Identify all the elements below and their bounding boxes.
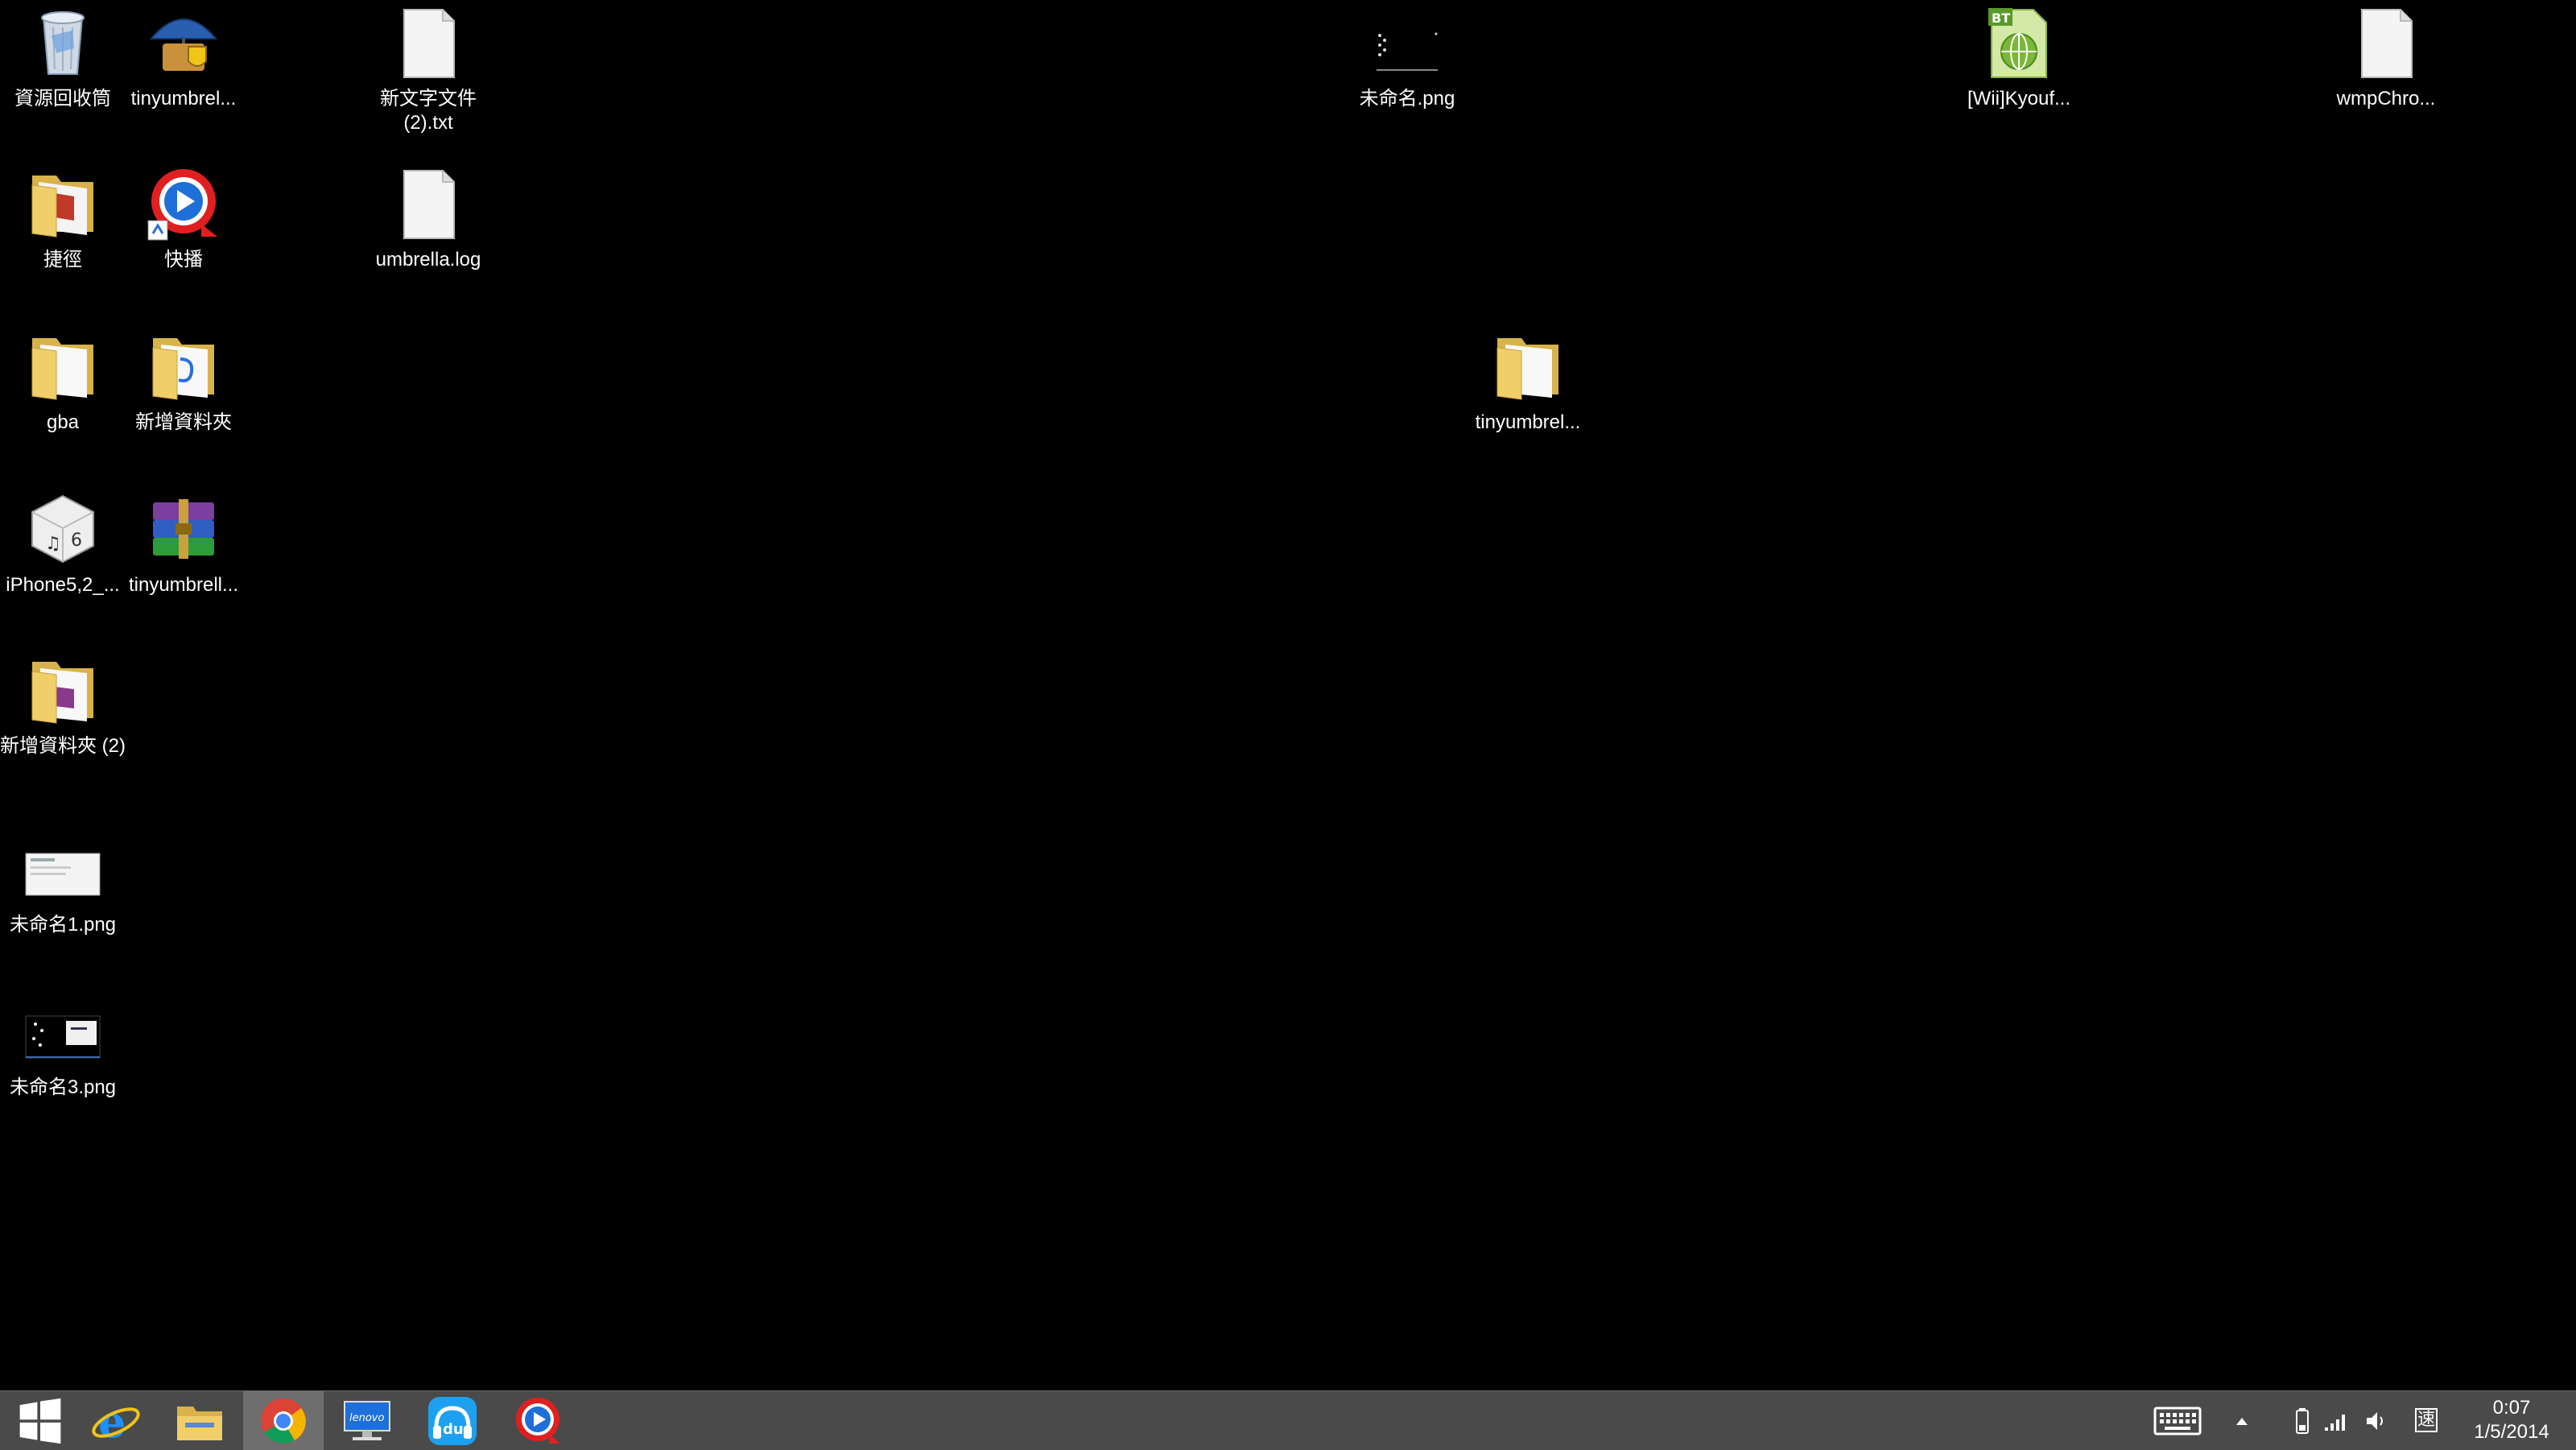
ime-label: 速 xyxy=(2417,1409,2436,1430)
desktop-icon-label: 未命名.png xyxy=(1359,88,1455,109)
desktop-icon-torrent[interactable]: BT [Wii]Kyouf... xyxy=(1956,3,2082,111)
desktop-icon-label: [Wii]Kyouf... xyxy=(1967,88,2071,109)
text-file-icon xyxy=(390,3,467,81)
ipsw-firmware-icon: ♫ 6 xyxy=(24,490,101,567)
network-tray-button[interactable] xyxy=(2318,1391,2354,1450)
image-thumbnail-icon xyxy=(1368,3,1446,81)
winrar-archive-icon xyxy=(145,490,222,567)
desktop-icon-label: 新增資料夾 xyxy=(135,411,232,433)
volume-icon xyxy=(2367,1411,2383,1430)
chevron-up-icon xyxy=(2236,1417,2248,1425)
desktop-icon-label: umbrella.log xyxy=(375,249,481,271)
qvod-player-icon xyxy=(145,164,222,242)
folder-icon xyxy=(24,327,101,404)
desktop-icon-folder[interactable]: 新增資料夾 (2) xyxy=(0,651,126,758)
start-icon xyxy=(19,1398,61,1444)
recycle-bin-icon xyxy=(24,3,101,81)
battery-tray-button[interactable] xyxy=(2286,1391,2318,1450)
chrome-icon xyxy=(261,1398,306,1444)
desktop-icon-label: 未命名3.png xyxy=(9,1076,117,1098)
show-hidden-icons-button[interactable] xyxy=(2226,1391,2258,1450)
input-method-button[interactable]: 速 xyxy=(2407,1391,2447,1450)
desktop-icon-label: 新文字文件 (2).txt xyxy=(380,88,477,134)
start-button[interactable] xyxy=(0,1391,80,1450)
desktop-icon-label: 新增資料夾 (2) xyxy=(0,735,126,757)
desktop-icon-label: tinyumbrell... xyxy=(128,574,239,596)
taskbar: e lenovo du 速 0:07 1/5/2014 xyxy=(0,1390,2576,1450)
taskbar-internet-explorer[interactable]: e xyxy=(76,1391,156,1450)
folder-icon xyxy=(24,651,101,728)
clock-date: 1/5/2014 xyxy=(2474,1421,2549,1443)
desktop-icon-recycle-bin[interactable]: 資源回收筒 xyxy=(0,3,126,111)
taskbar-baidu-music[interactable]: du xyxy=(412,1391,493,1450)
desktop-icon-folder[interactable]: gba xyxy=(0,327,126,435)
taskbar-file-explorer[interactable] xyxy=(159,1391,240,1450)
desktop-icon-label: 資源回收筒 xyxy=(14,88,111,109)
clock[interactable]: 0:07 1/5/2014 xyxy=(2463,1396,2560,1444)
desktop-icon-label: 快播 xyxy=(164,249,203,271)
desktop-icon-ipsw[interactable]: ♫ 6 iPhone5,2_... xyxy=(0,490,126,597)
blank-file-icon xyxy=(2347,3,2425,81)
tinyumbrella-app-icon xyxy=(145,3,222,81)
taskbar-lenovo[interactable]: lenovo xyxy=(327,1391,407,1450)
keyboard-icon xyxy=(2153,1407,2202,1435)
svg-text:lenovo: lenovo xyxy=(349,1412,384,1424)
svg-text:6: 6 xyxy=(71,531,82,551)
bittorrent-file-icon: BT xyxy=(1980,3,2058,81)
taskbar-qvod[interactable] xyxy=(497,1391,578,1450)
desktop-icon-folder[interactable]: 新增資料夾 xyxy=(121,327,246,435)
image-thumbnail-icon xyxy=(24,829,101,907)
log-file-icon xyxy=(390,164,467,242)
lenovo-icon: lenovo xyxy=(344,1400,390,1440)
desktop-icon-png[interactable]: 未命名.png xyxy=(1344,3,1470,111)
desktop-icon-folder[interactable]: 捷徑 xyxy=(0,164,126,272)
signal-icon xyxy=(2325,1414,2345,1431)
battery-icon xyxy=(2296,1407,2309,1434)
volume-tray-button[interactable] xyxy=(2359,1391,2394,1450)
desktop-icon-log[interactable]: umbrella.log xyxy=(365,164,491,272)
desktop-icon-label: tinyumbrel... xyxy=(1475,411,1581,433)
desktop-icon-winrar[interactable]: tinyumbrell... xyxy=(121,490,246,597)
desktop-icon-png[interactable]: 未命名1.png xyxy=(0,829,126,937)
taskbar-chrome[interactable] xyxy=(243,1391,324,1450)
internet-explorer-icon: e xyxy=(92,1396,140,1447)
desktop-icon-qvod[interactable]: 快播 xyxy=(121,164,246,272)
desktop-icon-label: iPhone5,2_... xyxy=(6,574,120,596)
desktop-icon-png[interactable]: 未命名3.png xyxy=(0,992,126,1100)
folder-icon xyxy=(145,327,222,404)
desktop-icon-tinyumbrella-app[interactable]: tinyumbrel... xyxy=(121,3,246,111)
desktop-icon-label: gba xyxy=(46,411,80,433)
folder-icon xyxy=(24,164,101,242)
desktop-icon-txt[interactable]: 新文字文件 (2).txt xyxy=(365,3,491,135)
clock-time: 0:07 xyxy=(2492,1397,2531,1419)
svg-text:du: du xyxy=(443,1421,464,1438)
desktop: 資源回收筒 捷徑 gba ♫ 6 iPhone5,2_... 新增資料夾 (2)… xyxy=(0,0,2576,1390)
desktop-icon-folder[interactable]: tinyumbrel... xyxy=(1465,327,1591,435)
touch-keyboard-button[interactable] xyxy=(2149,1391,2206,1450)
desktop-icon-label: tinyumbrel... xyxy=(130,88,237,109)
desktop-icon-label: 捷徑 xyxy=(43,249,82,271)
qvod-player-icon xyxy=(516,1397,560,1444)
file-explorer-icon xyxy=(177,1406,222,1440)
desktop-icon-file[interactable]: wmpChro... xyxy=(2323,3,2449,111)
desktop-icon-label: 未命名1.png xyxy=(9,914,117,936)
desktop-icon-label: wmpChro... xyxy=(2336,88,2436,109)
baidu-music-icon: du xyxy=(428,1396,477,1445)
folder-icon xyxy=(1489,327,1567,404)
svg-text:BT: BT xyxy=(1992,10,2010,26)
svg-text:♫: ♫ xyxy=(45,534,61,554)
image-thumbnail-icon xyxy=(24,992,101,1069)
